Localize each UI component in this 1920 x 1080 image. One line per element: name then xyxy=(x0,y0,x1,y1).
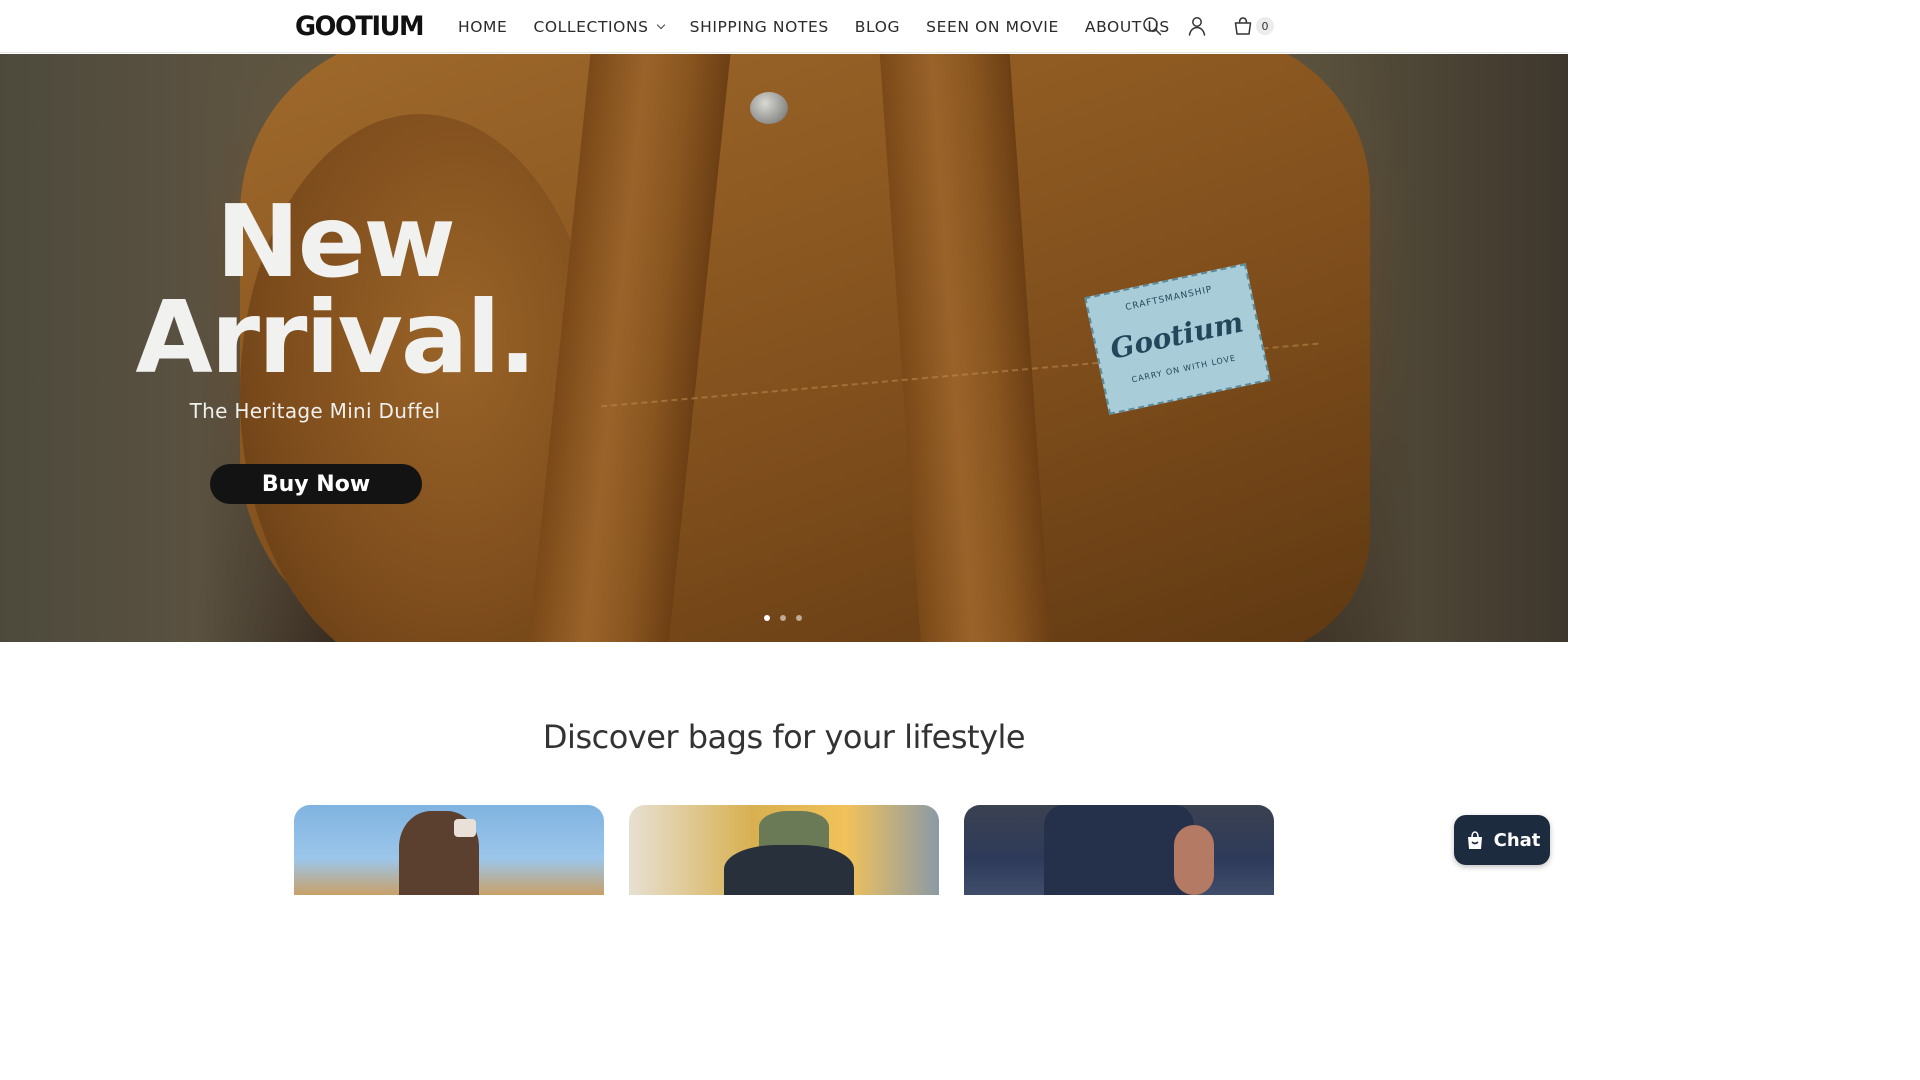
lifestyle-card-1[interactable] xyxy=(294,805,604,895)
slider-dot-1[interactable] xyxy=(764,615,770,621)
logo-text: GOOTIUM xyxy=(295,10,425,42)
hero-title: New Arrival. xyxy=(125,183,545,396)
chevron-down-icon xyxy=(656,20,665,29)
nav-collections-label: COLLECTIONS xyxy=(533,17,649,36)
slider-dots xyxy=(764,615,802,621)
cart-icon[interactable] xyxy=(1232,15,1254,37)
chat-label: Chat xyxy=(1493,829,1541,851)
site-header: GOOTIUM HOME COLLECTIONS SHIPPING NOTES … xyxy=(0,0,1568,53)
brand-logo[interactable]: GOOTIUM xyxy=(295,10,430,42)
main-nav: HOME COLLECTIONS SHIPPING NOTES BLOG SEE… xyxy=(458,0,1196,53)
hero-title-line2: Arrival. xyxy=(135,279,536,396)
lifestyle-card-3[interactable] xyxy=(964,805,1274,895)
hand-image xyxy=(1174,825,1214,895)
card-person-image xyxy=(724,845,854,895)
sunglasses-image xyxy=(454,819,476,837)
nav-collections[interactable]: COLLECTIONS xyxy=(533,17,665,36)
hero-title-line1: New xyxy=(216,183,456,300)
nav-shipping-notes[interactable]: SHIPPING NOTES xyxy=(690,18,829,36)
lifestyle-card-2[interactable] xyxy=(629,805,939,895)
nav-blog-label: BLOG xyxy=(854,17,901,36)
cart-count-badge[interactable]: 0 xyxy=(1256,17,1274,35)
section-title: Discover bags for your lifestyle xyxy=(542,718,1026,756)
card-person-image xyxy=(1044,805,1194,895)
slider-dot-2[interactable] xyxy=(780,615,786,621)
nav-home[interactable]: HOME xyxy=(458,18,507,36)
nav-shipping-notes-label: SHIPPING NOTES xyxy=(689,17,829,36)
account-icon[interactable] xyxy=(1186,15,1208,37)
nav-seen-on-movie-label: SEEN ON MOVIE xyxy=(926,17,1059,36)
nav-seen-on-movie[interactable]: SEEN ON MOVIE xyxy=(926,18,1059,36)
search-icon[interactable] xyxy=(1141,15,1163,37)
nav-home-label: HOME xyxy=(458,17,508,36)
hero-banner: CRAFTSMANSHIP Gootium CARRY ON WITH LOVE… xyxy=(0,54,1568,642)
bag-snap-button xyxy=(750,92,788,124)
hero-subtitle: The Heritage Mini Duffel xyxy=(189,399,441,423)
slider-dot-3[interactable] xyxy=(796,615,802,621)
nav-blog[interactable]: BLOG xyxy=(855,18,900,36)
buy-now-button[interactable]: Buy Now xyxy=(210,464,422,504)
chat-bag-icon xyxy=(1467,831,1482,849)
chat-button[interactable]: Chat xyxy=(1454,815,1550,865)
